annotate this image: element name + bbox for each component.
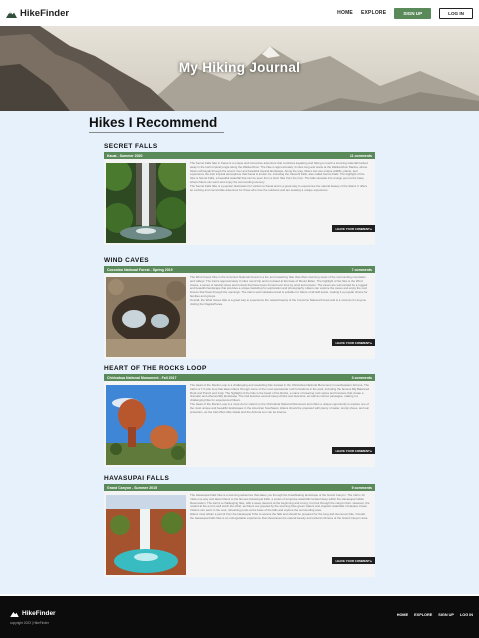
- footer-brand-name: HikeFinder: [22, 610, 56, 617]
- hike-paragraph: Hikers must obtain a permit from the Hav…: [190, 512, 369, 521]
- hike-description: The Wind Caves hike in the Coconino Nati…: [190, 275, 370, 307]
- footer-links: HOME EXPLORE SIGN UP LOG IN: [397, 613, 473, 617]
- hike-info-bar: Coconino National Forest - Spring 2019 7…: [104, 266, 375, 273]
- footer: HikeFinder copyright 2023 | HikeFinder H…: [0, 596, 479, 638]
- hike-location: Coconino National Forest - Spring 2019: [107, 267, 173, 272]
- hike-body: The Secret Falls hike in Kauai is a uniq…: [104, 159, 375, 245]
- hike-name: HAVASUPAI FALLS: [104, 475, 170, 482]
- footer-login-link[interactable]: LOG IN: [460, 613, 473, 617]
- hike-info-bar: Kauai - Summer 2020 11 comments: [104, 152, 375, 159]
- hike-card-wind-caves: WIND CAVES Coconino National Forest - Sp…: [104, 257, 375, 359]
- hike-photo-turquoise-waterfall: [106, 495, 186, 575]
- brand-name: HikeFinder: [20, 7, 70, 19]
- hike-photo-cave: [106, 277, 186, 357]
- brand[interactable]: HikeFinder: [6, 8, 69, 19]
- title-underline: [89, 132, 224, 133]
- footer-signup-link[interactable]: SIGN UP: [438, 613, 454, 617]
- footer-brand[interactable]: HikeFinder: [10, 610, 56, 617]
- hike-photo-waterfall: [106, 163, 186, 243]
- signup-button[interactable]: SIGN UP: [394, 7, 432, 19]
- footer-copyright: copyright 2023 | HikeFinder: [10, 621, 49, 625]
- footer-explore-link[interactable]: EXPLORE: [414, 613, 432, 617]
- hike-info-bar: Grand Canyon - Summer 2015 9 comments: [104, 484, 375, 491]
- hike-paragraph: The Heart of the Rocks Loop is a must-do…: [190, 402, 370, 415]
- hero-title: My Hiking Journal: [178, 60, 301, 75]
- leave-comment-button[interactable]: LEAVE YOUR COMMENT ▸: [332, 225, 375, 232]
- main-content: Hikes I Recommend SECRET FALLS Kauai - S…: [0, 111, 479, 594]
- hike-description: The Havasupai Falls hike is a stunning a…: [190, 493, 370, 522]
- hero-banner: My Hiking Journal: [0, 26, 479, 111]
- mountain-logo-icon: [6, 11, 17, 18]
- hike-comment-count: 9 comments: [351, 485, 372, 490]
- hike-body: The Havasupai Falls hike is a stunning a…: [104, 491, 375, 577]
- nav-links: HOME EXPLORE SIGN UP LOG IN: [337, 7, 473, 19]
- hike-body: The Heart of the Rocks Loop is a challen…: [104, 381, 375, 467]
- hike-paragraph: Overall, the Wind Caves hike is a great …: [190, 298, 367, 307]
- nav-explore-link[interactable]: EXPLORE: [361, 10, 386, 16]
- hike-description: The Secret Falls hike in Kauai is a uniq…: [190, 161, 370, 193]
- hike-location: Chiricahua National Monument - Fall 2017: [107, 375, 177, 380]
- hike-paragraph: The Secret Falls hike is a popular desti…: [190, 184, 368, 193]
- hike-card-secret-falls: SECRET FALLS Kauai - Summer 2020 11 comm…: [104, 143, 375, 245]
- hike-location: Grand Canyon - Summer 2015: [107, 485, 157, 490]
- hike-info-bar: Chiricahua National Monument - Fall 2017…: [104, 374, 375, 381]
- hike-paragraph: The Secret Falls hike in Kauai is a uniq…: [190, 161, 368, 184]
- top-nav: HikeFinder HOME EXPLORE SIGN UP LOG IN: [0, 0, 479, 26]
- login-button[interactable]: LOG IN: [439, 7, 473, 19]
- hike-body: The Wind Caves hike in the Coconino Nati…: [104, 273, 375, 359]
- hike-description: The Heart of the Rocks Loop is a challen…: [190, 383, 370, 415]
- hike-name: WIND CAVES: [104, 257, 150, 264]
- hike-card-heart-of-the-rocks: HEART OF THE ROCKS LOOP Chiricahua Natio…: [104, 365, 375, 467]
- hike-paragraph: The Havasupai Falls hike is a stunning a…: [190, 493, 370, 513]
- page-title: Hikes I Recommend: [89, 115, 218, 130]
- hike-name: SECRET FALLS: [104, 143, 158, 150]
- nav-home-link[interactable]: HOME: [337, 10, 353, 16]
- leave-comment-button[interactable]: LEAVE YOUR COMMENT ▸: [332, 339, 375, 346]
- hike-photo-rocks: [106, 385, 186, 465]
- footer-home-link[interactable]: HOME: [397, 613, 408, 617]
- hike-comment-count: 3 comments: [351, 375, 372, 380]
- hike-location: Kauai - Summer 2020: [107, 153, 143, 158]
- hike-comment-count: 7 comments: [351, 267, 372, 272]
- hike-name: HEART OF THE ROCKS LOOP: [104, 365, 207, 372]
- hike-card-havasupai-falls: HAVASUPAI FALLS Grand Canyon - Summer 20…: [104, 475, 375, 577]
- hike-paragraph: The Wind Caves hike in the Coconino Nati…: [190, 275, 368, 298]
- mountain-logo-icon: [10, 611, 19, 617]
- leave-comment-button[interactable]: LEAVE YOUR COMMENT ▸: [332, 557, 375, 564]
- leave-comment-button[interactable]: LEAVE YOUR COMMENT ▸: [332, 447, 375, 454]
- hike-comment-count: 11 comments: [349, 153, 372, 158]
- hike-paragraph: The Heart of the Rocks Loop is a challen…: [190, 383, 370, 403]
